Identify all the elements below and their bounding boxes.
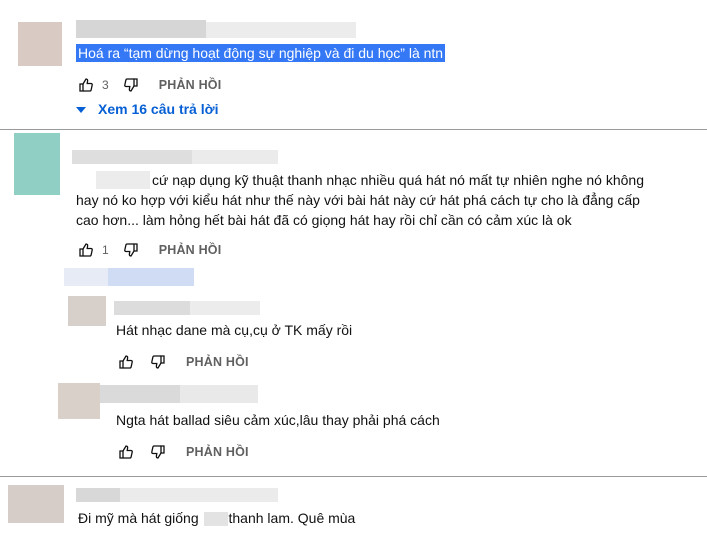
author-name-blurred (206, 22, 356, 38)
comment-text-part: thanh lam. Quê mùa (228, 510, 356, 526)
comment-actions: 3 PHẢN HỒI (76, 74, 221, 96)
like-count: 3 (102, 78, 109, 92)
avatar[interactable] (14, 133, 60, 195)
view-replies-label: Xem 16 câu trả lời (98, 101, 219, 117)
avatar[interactable] (68, 296, 106, 326)
author-name-blurred (190, 301, 260, 315)
comment-text: Đi mỹ mà hát giống thanh lam. Quê mùa (78, 508, 355, 528)
comment-actions: 1 PHẢN HỒI (76, 239, 221, 261)
reply-button[interactable]: PHẢN HỒI (186, 355, 249, 369)
divider (0, 476, 707, 477)
thumbs-down-icon[interactable] (121, 75, 141, 95)
author-name-blurred (192, 150, 278, 164)
blurred-text (96, 171, 150, 189)
reply-button[interactable]: PHẢN HỒI (159, 243, 222, 257)
author-name-blurred[interactable] (100, 385, 180, 403)
reply-text: Hát nhạc dane mà cụ,cụ ở TK mấy rồi (116, 322, 353, 338)
author-name-blurred[interactable] (72, 150, 192, 164)
comment-text-line: cao hơn... làm hỏng hết bài hát đã có gi… (76, 212, 572, 228)
author-name-blurred[interactable] (114, 301, 190, 315)
view-replies-button[interactable]: Xem 16 câu trả lời (76, 101, 218, 117)
reply-text: Ngta hát ballad siêu cảm xúc,lâu thay ph… (116, 412, 440, 428)
divider (0, 129, 707, 130)
author-name-blurred[interactable] (76, 488, 120, 502)
comment-text-line: cứ nạp dụng kỹ thuật thanh nhạc nhiều qu… (152, 172, 645, 188)
thumbs-down-icon[interactable] (121, 240, 141, 260)
thumbs-down-icon[interactable] (148, 352, 168, 372)
reply-actions: PHẢN HỒI (116, 351, 249, 373)
author-name-blurred[interactable] (76, 20, 206, 38)
thumbs-up-icon[interactable] (76, 75, 96, 95)
blurred-region (108, 268, 194, 286)
blurred-region (64, 268, 108, 286)
reply-actions: PHẢN HỒI (116, 441, 249, 463)
thumbs-up-icon[interactable] (76, 240, 96, 260)
selected-text: Hoá ra “tạm dừng hoạt động sự nghiệp và … (76, 44, 446, 62)
thumbs-up-icon[interactable] (116, 442, 136, 462)
avatar[interactable] (8, 485, 64, 523)
reply-button[interactable]: PHẢN HỒI (186, 445, 249, 459)
comment-text: Hoá ra “tạm dừng hoạt động sự nghiệp và … (76, 43, 446, 63)
avatar[interactable] (58, 383, 100, 419)
author-name-blurred (120, 488, 278, 502)
author-name-blurred (180, 385, 258, 403)
comment-text-part: Đi mỹ mà hát giống (78, 510, 199, 526)
comment-text-line: hay nó ko hợp với kiểu hát như thế này v… (76, 192, 640, 208)
avatar[interactable] (18, 22, 62, 66)
thumbs-down-icon[interactable] (148, 442, 168, 462)
blurred-text (203, 512, 228, 527)
thumbs-up-icon[interactable] (116, 352, 136, 372)
triangle-down-icon (76, 107, 86, 113)
like-count: 1 (102, 243, 109, 257)
reply-button[interactable]: PHẢN HỒI (159, 78, 222, 92)
